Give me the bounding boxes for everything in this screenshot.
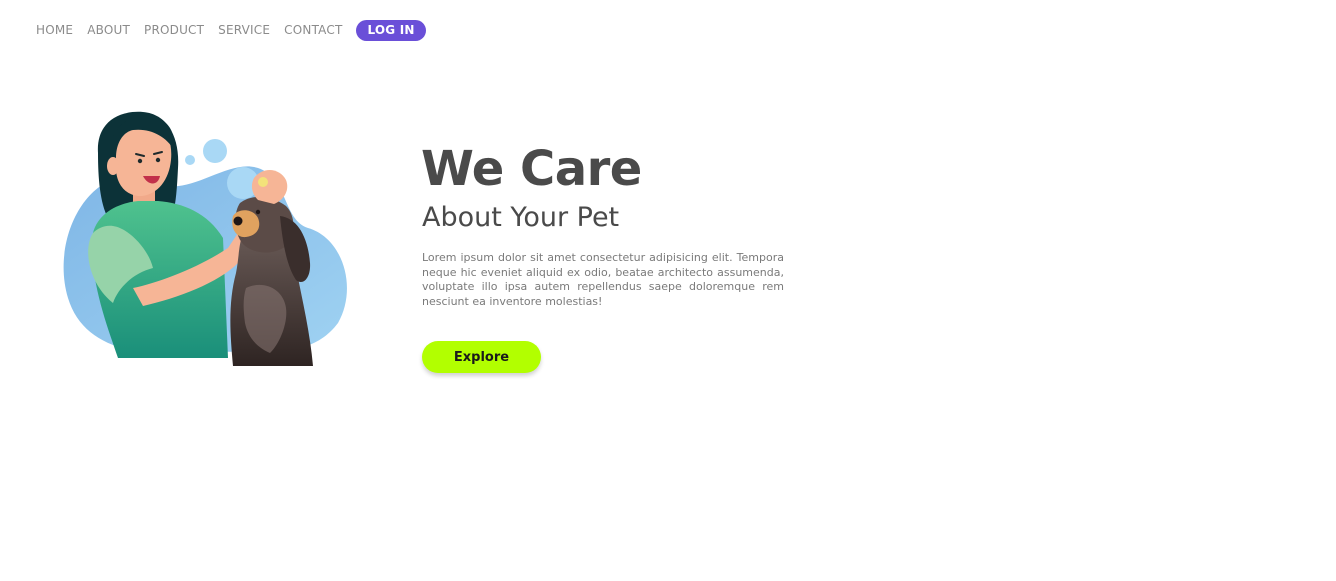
explore-button[interactable]: Explore <box>422 341 541 373</box>
nav-service-link[interactable]: SERVICE <box>218 19 270 41</box>
nav-home-link[interactable]: HOME <box>36 19 73 41</box>
hero-title: We Care <box>421 141 642 197</box>
top-nav: HOME ABOUT PRODUCT SERVICE CONTACT LOG I… <box>36 19 440 41</box>
login-button[interactable]: LOG IN <box>356 19 426 41</box>
nav-contact-link[interactable]: CONTACT <box>284 19 342 41</box>
woman-with-dog-illustration <box>63 111 347 366</box>
nav-product-link[interactable]: PRODUCT <box>144 19 204 41</box>
nav-about-link[interactable]: ABOUT <box>87 19 130 41</box>
hero-subtitle: About Your Pet <box>422 202 620 233</box>
hero-description: Lorem ipsum dolor sit amet consectetur a… <box>422 251 784 308</box>
landing-page: HOME ABOUT PRODUCT SERVICE CONTACT LOG I… <box>0 0 1336 581</box>
